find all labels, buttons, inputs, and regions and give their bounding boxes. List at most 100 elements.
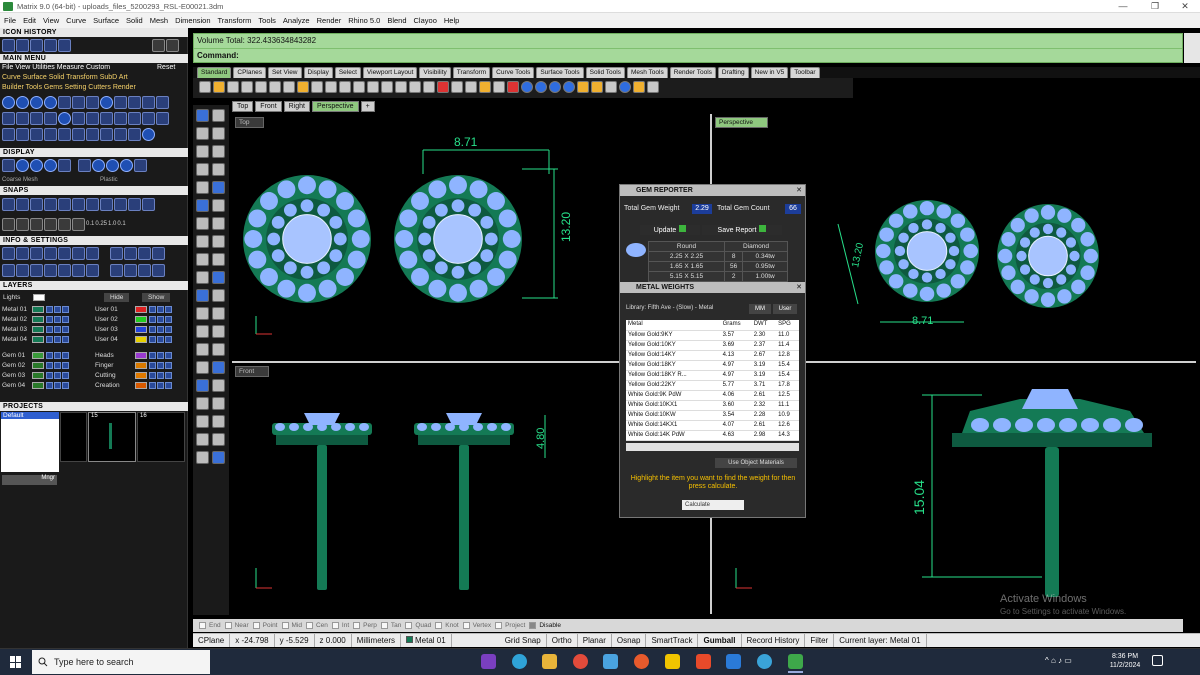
paste-icon[interactable] xyxy=(297,81,309,93)
layer-option-icon[interactable] xyxy=(62,336,69,343)
main-menu-art[interactable]: Art xyxy=(119,74,128,81)
layer-icon[interactable] xyxy=(507,81,519,93)
save-report-button[interactable]: Save Report xyxy=(702,225,782,235)
status-filter[interactable]: Filter xyxy=(805,634,835,647)
layer-name[interactable]: Gem 04 xyxy=(2,382,32,389)
status-planar[interactable]: Planar xyxy=(578,634,612,647)
layer-option-icon[interactable] xyxy=(62,352,69,359)
layer-lock-icon[interactable] xyxy=(157,306,164,313)
snap-value[interactable]: 0.1 xyxy=(86,221,94,227)
modeling-tool-icon[interactable] xyxy=(196,253,209,266)
car-icon[interactable] xyxy=(437,81,449,93)
pencil-icon[interactable] xyxy=(633,81,645,93)
tab-transform[interactable]: Transform xyxy=(452,67,491,78)
modeling-tool-icon[interactable] xyxy=(212,163,225,176)
layer-color-swatch[interactable] xyxy=(135,382,147,389)
main-menu-builder[interactable]: Builder xyxy=(2,84,24,91)
layer-visible-icon[interactable] xyxy=(46,372,53,379)
history-tool-icon[interactable] xyxy=(44,39,57,52)
layer-lock-icon[interactable] xyxy=(54,372,61,379)
layer-row[interactable]: Metal 03 xyxy=(2,325,70,334)
layer-name[interactable]: User 01 xyxy=(95,306,135,313)
menu-edit[interactable]: Edit xyxy=(23,16,36,25)
rotate-view-icon[interactable] xyxy=(339,81,351,93)
osnap-near[interactable]: Near xyxy=(224,622,249,629)
layer-name[interactable]: Metal 03 xyxy=(2,326,32,333)
modeling-tool-icon[interactable] xyxy=(196,451,209,464)
table-row[interactable]: Yellow Gold:18KY R... 4.97 3.19 15.4 xyxy=(626,370,799,381)
snap-icon[interactable] xyxy=(72,198,85,211)
maximize-button[interactable]: ❐ xyxy=(1140,0,1170,13)
col-header[interactable]: Grams xyxy=(720,320,752,331)
layer-visible-icon[interactable] xyxy=(149,372,156,379)
tool-icon[interactable] xyxy=(30,128,43,141)
layer-lock-icon[interactable] xyxy=(157,362,164,369)
gem-tool-icon[interactable] xyxy=(16,96,29,109)
layer-name[interactable]: Gem 03 xyxy=(2,372,32,379)
osnap-knot[interactable]: Knot xyxy=(435,622,459,629)
gem-tool-icon[interactable] xyxy=(58,112,71,125)
menu-transform[interactable]: Transform xyxy=(218,16,252,25)
layer-option-icon[interactable] xyxy=(62,362,69,369)
modeling-tool-icon[interactable] xyxy=(196,217,209,230)
snap-icon[interactable] xyxy=(2,198,15,211)
mngr-button[interactable]: Mngr xyxy=(2,475,57,485)
menu-mesh[interactable]: Mesh xyxy=(150,16,168,25)
main-menu-curve[interactable]: Curve xyxy=(2,74,21,81)
icon-history-header[interactable]: ICON HISTORY xyxy=(0,28,188,37)
tool-icon[interactable] xyxy=(16,128,29,141)
gem-summary-row[interactable]: 1.65 X 1.65 56 0.95tw xyxy=(648,261,788,272)
settings-icon[interactable] xyxy=(2,264,15,277)
snap-icon[interactable] xyxy=(44,217,57,231)
environment-icon[interactable] xyxy=(563,81,575,93)
modeling-tool-icon[interactable] xyxy=(212,145,225,158)
display-mode-icon[interactable] xyxy=(30,159,43,172)
main-menu-transform[interactable]: Transform xyxy=(66,74,98,81)
table-row[interactable]: White Gold:14K PdW 4.63 2.98 14.3 xyxy=(626,430,799,441)
bulb-icon[interactable] xyxy=(605,81,617,93)
tool-icon[interactable] xyxy=(156,112,169,125)
layer-lock-icon[interactable] xyxy=(54,382,61,389)
snap-value[interactable]: 1.0 xyxy=(108,221,116,227)
history-tool-icon[interactable] xyxy=(2,39,15,52)
menu-render[interactable]: Render xyxy=(317,16,342,25)
projects-header[interactable]: PROJECTS xyxy=(0,402,188,411)
snap-icon[interactable] xyxy=(72,217,85,231)
main-menu-header[interactable]: MAIN MENU xyxy=(0,54,188,63)
layer-visible-icon[interactable] xyxy=(149,382,156,389)
layer-name[interactable]: User 03 xyxy=(95,326,135,333)
gem-tool-icon[interactable] xyxy=(100,96,113,109)
modeling-tool-icon[interactable] xyxy=(196,361,209,374)
menu-blend[interactable]: Blend xyxy=(387,16,406,25)
main-menu-custom[interactable]: Custom xyxy=(86,64,110,71)
taskbar-search[interactable]: Type here to search xyxy=(32,650,210,674)
layer-option-icon[interactable] xyxy=(165,372,172,379)
snap-icon[interactable] xyxy=(142,198,155,211)
osnap-project[interactable]: Project xyxy=(495,622,525,629)
display-mode-icon[interactable] xyxy=(44,159,57,172)
layer-visible-icon[interactable] xyxy=(46,326,53,333)
layer-color-swatch[interactable] xyxy=(135,372,147,379)
tab-render-tools[interactable]: Render Tools xyxy=(669,67,716,78)
main-menu-surface[interactable]: Surface xyxy=(23,74,47,81)
osnap-perp[interactable]: Perp xyxy=(353,622,377,629)
layer-row[interactable]: Gem 03 xyxy=(2,371,70,380)
layer-lock-icon[interactable] xyxy=(157,352,164,359)
modeling-tool-icon[interactable] xyxy=(196,199,209,212)
layer-visible-icon[interactable] xyxy=(149,316,156,323)
tool-icon[interactable] xyxy=(142,112,155,125)
layer-row[interactable]: Gem 04 xyxy=(2,381,70,390)
layer-visible-icon[interactable] xyxy=(46,336,53,343)
system-tray[interactable]: ^ ⌂ ♪ ▭ xyxy=(1045,656,1072,665)
layer-option-icon[interactable] xyxy=(165,352,172,359)
tab-drafting[interactable]: Drafting xyxy=(717,67,749,78)
table-row[interactable]: White Gold:10KW 3.54 2.28 10.9 xyxy=(626,410,799,421)
table-row[interactable]: Yellow Gold:9KY 3.57 2.30 11.0 xyxy=(626,330,799,341)
tab-set-view[interactable]: Set View xyxy=(267,67,302,78)
layer-option-icon[interactable] xyxy=(62,372,69,379)
gem-tool-icon[interactable] xyxy=(2,96,15,109)
tool-icon[interactable] xyxy=(58,128,71,141)
layer-name[interactable]: Gem 01 xyxy=(2,352,32,359)
settings-icon[interactable] xyxy=(138,264,151,277)
menu-file[interactable]: File xyxy=(4,16,16,25)
